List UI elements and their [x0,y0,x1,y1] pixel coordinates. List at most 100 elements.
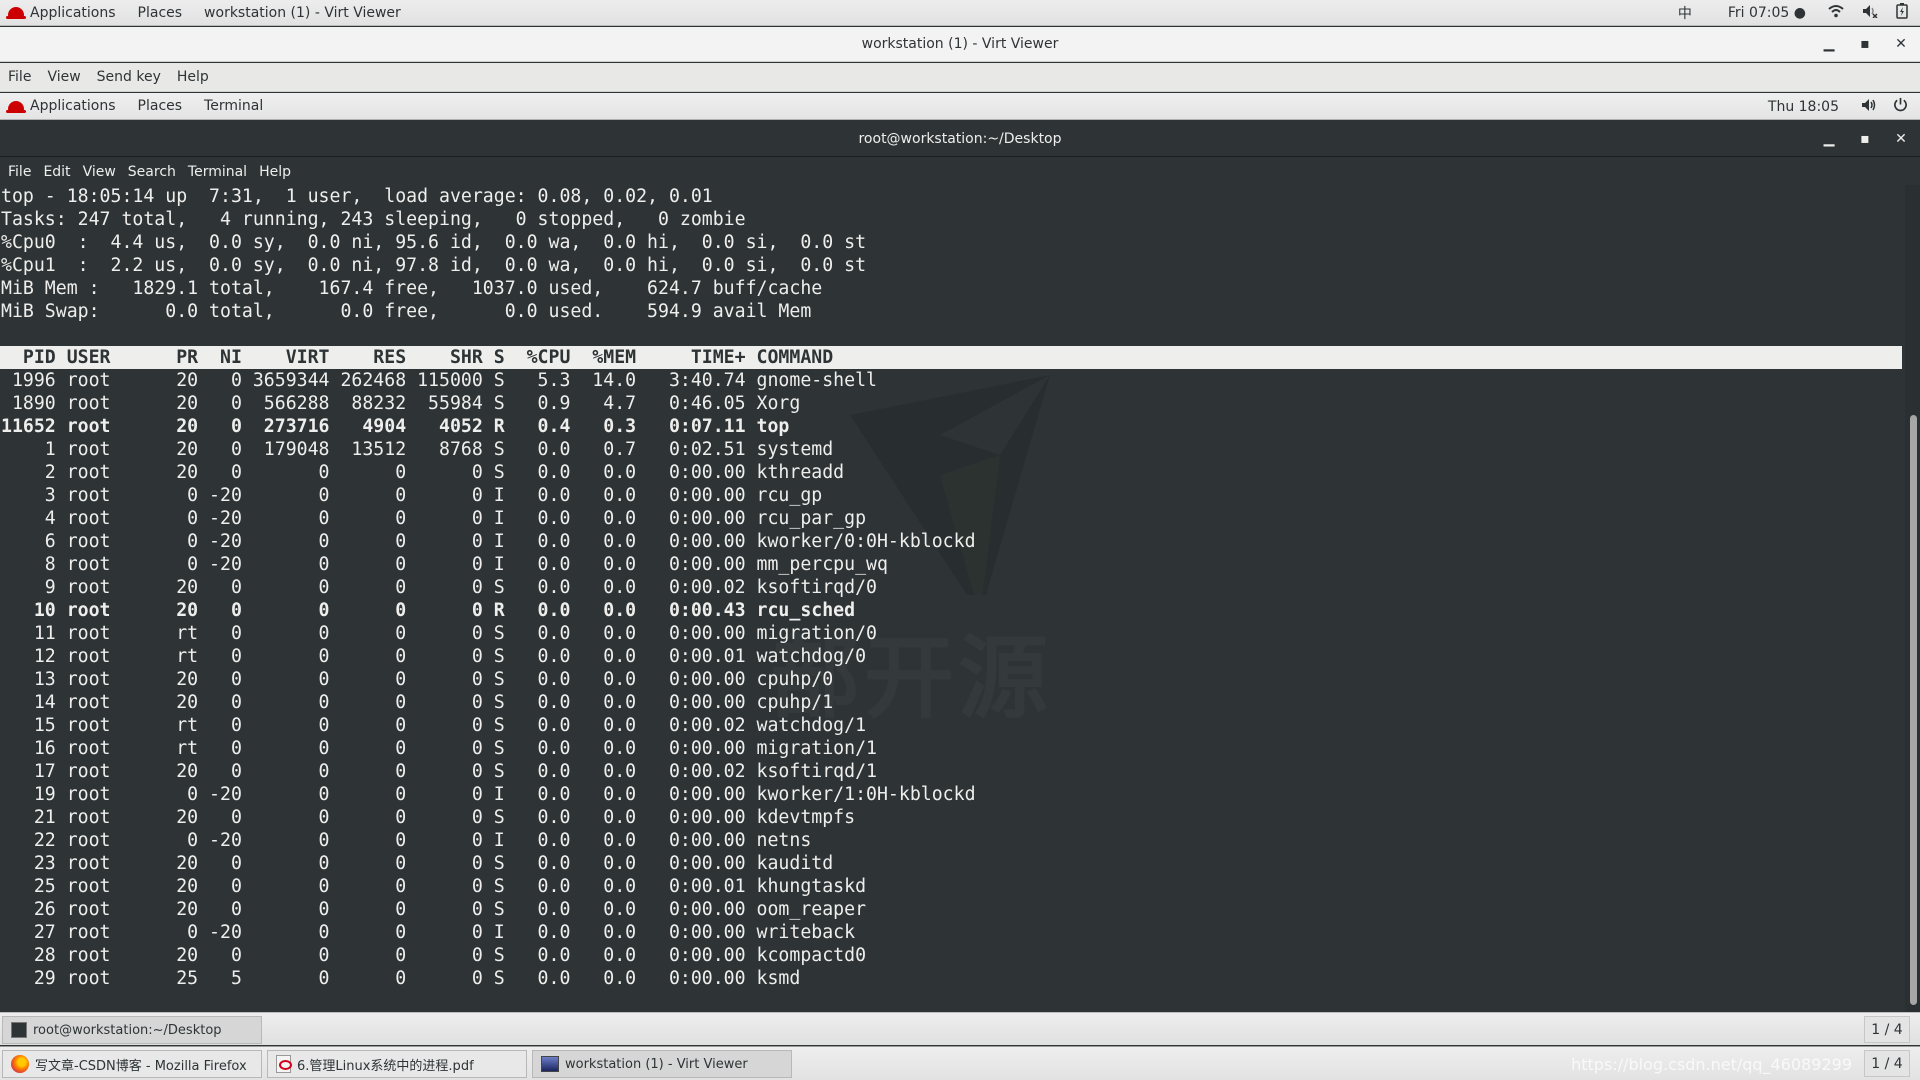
pdf-icon [276,1055,292,1073]
maximize-button[interactable]: ▪ [1858,27,1872,62]
virt-viewer-icon [541,1056,559,1072]
term-menu-help[interactable]: Help [259,164,291,180]
process-row: 11 root rt 0 0 0 0 S 0.0 0.0 0:00.00 mig… [1,623,877,644]
terminal-title: root@workstation:~/Desktop [858,131,1062,147]
process-row: 17 root 20 0 0 0 0 S 0.0 0.0 0:00.02 kso… [1,761,877,782]
process-row: 13 root 20 0 0 0 0 S 0.0 0.0 0:00.00 cpu… [1,669,834,690]
terminal-output[interactable]: 部开源 top - 18:05:14 up 7:31, 1 user, load… [0,185,1905,1012]
terminal-close-button[interactable]: ✕ [1894,121,1908,157]
host-taskbar: 写文章-CSDN博客 - Mozilla Firefox 6.管理Linux系统… [0,1046,1920,1080]
process-row: 14 root 20 0 0 0 0 S 0.0 0.0 0:00.00 cpu… [1,692,834,713]
vv-menu-file[interactable]: File [8,69,31,85]
term-menu-file[interactable]: File [8,164,31,180]
process-row: 21 root 20 0 0 0 0 S 0.0 0.0 0:00.00 kde… [1,807,856,828]
summary-line: %Cpu0 : 4.4 us, 0.0 sy, 0.0 ni, 95.6 id,… [1,232,867,253]
process-row: 2 root 20 0 0 0 0 S 0.0 0.0 0:00.00 kthr… [1,462,845,483]
input-method-indicator[interactable]: 中 [1678,3,1692,23]
host-task-label: 写文章-CSDN博客 - Mozilla Firefox [35,1058,247,1074]
volume-icon[interactable] [1861,98,1877,116]
process-row: 23 root 20 0 0 0 0 S 0.0 0.0 0:00.00 kau… [1,853,834,874]
guest-applications-label: Applications [30,98,116,114]
summary-line: Tasks: 247 total, 4 running, 243 sleepin… [1,209,746,230]
process-row: 27 root 0 -20 0 0 0 I 0.0 0.0 0:00.00 wr… [1,922,856,943]
process-row: 19 root 0 -20 0 0 0 I 0.0 0.0 0:00.00 kw… [1,784,976,805]
vv-menu-send-key[interactable]: Send key [97,69,161,85]
vv-menu-help[interactable]: Help [177,69,209,85]
terminal-titlebar: root@workstation:~/Desktop ▁ ▪ ✕ [0,121,1920,157]
host-clock[interactable]: Fri 07:05 ● [1728,5,1806,21]
host-window-label: workstation (1) - Virt Viewer [204,4,401,21]
csdn-watermark: https://blog.csdn.net/qq_46089299 [1571,1055,1852,1074]
process-row: 1 root 20 0 179048 13512 8768 S 0.0 0.7 … [1,439,834,460]
host-places-menu[interactable]: Places [138,5,183,21]
host-window-menu[interactable]: workstation (1) - Virt Viewer [204,5,401,21]
close-button[interactable]: ✕ [1894,27,1908,62]
process-row: 29 root 25 5 0 0 0 S 0.0 0.0 0:00.00 ksm… [1,968,801,989]
summary-line: top - 18:05:14 up 7:31, 1 user, load ave… [1,186,713,207]
terminal-menubar: File Edit View Search Terminal Help [0,158,1920,185]
guest-task-label: root@workstation:~/Desktop [33,1022,222,1038]
process-row: 4 root 0 -20 0 0 0 I 0.0 0.0 0:00.00 rcu… [1,508,867,529]
host-applications-label: Applications [30,4,116,21]
redhat-logo-icon [6,100,26,113]
virt-viewer-title: workstation (1) - Virt Viewer [861,36,1059,52]
process-row: 3 root 0 -20 0 0 0 I 0.0 0.0 0:00.00 rcu… [1,485,823,506]
process-row: 26 root 20 0 0 0 0 S 0.0 0.0 0:00.00 oom… [1,899,867,920]
process-row: 9 root 20 0 0 0 0 S 0.0 0.0 0:00.02 ksof… [1,577,877,598]
process-row: 16 root rt 0 0 0 0 S 0.0 0.0 0:00.00 mig… [1,738,877,759]
host-task-pdf[interactable]: 6.管理Linux系统中的进程.pdf [267,1050,527,1078]
process-row: 11652 root 20 0 273716 4904 4052 R 0.4 0… [1,416,790,437]
volume-muted-icon[interactable] [1862,4,1878,22]
host-task-firefox[interactable]: 写文章-CSDN博客 - Mozilla Firefox [2,1050,262,1078]
host-top-bar: Applications Places workstation (1) - Vi… [0,0,1920,26]
terminal-icon [11,1022,27,1038]
process-row: 25 root 20 0 0 0 0 S 0.0 0.0 0:00.01 khu… [1,876,867,897]
process-row: 12 root rt 0 0 0 0 S 0.0 0.0 0:00.01 wat… [1,646,867,667]
process-table-header: PID USER PR NI VIRT RES SHR S %CPU %MEM … [0,346,1902,369]
host-places-label: Places [137,4,183,21]
guest-taskbar: root@workstation:~/Desktop 1 / 4 [0,1012,1920,1045]
host-task-label: 6.管理Linux系统中的进程.pdf [297,1058,474,1074]
term-menu-search[interactable]: Search [128,164,176,180]
guest-applications-menu[interactable]: Applications [0,98,116,114]
process-row: 28 root 20 0 0 0 0 S 0.0 0.0 0:00.00 kco… [1,945,867,966]
firefox-icon [11,1055,29,1073]
virt-viewer-titlebar: workstation (1) - Virt Viewer ▁ ▪ ✕ [0,27,1920,62]
scrollbar-thumb[interactable] [1910,415,1917,1005]
guest-terminal-label: Terminal [204,98,264,114]
host-workspace-pager[interactable]: 1 / 4 [1864,1050,1910,1077]
guest-top-bar: Applications Places Terminal Thu 18:05 [0,93,1920,120]
guest-places-menu[interactable]: Places [138,98,183,114]
summary-line: %Cpu1 : 2.2 us, 0.0 sy, 0.0 ni, 97.8 id,… [1,255,867,276]
guest-workspace-pager[interactable]: 1 / 4 [1864,1016,1910,1043]
redhat-logo-icon [6,7,26,19]
vv-menu-view[interactable]: View [47,69,80,85]
term-menu-terminal[interactable]: Terminal [188,164,247,180]
guest-terminal-menu[interactable]: Terminal [204,98,263,114]
process-row: 1996 root 20 0 3659344 262468 115000 S 5… [1,370,877,391]
minimize-button[interactable]: ▁ [1822,27,1836,62]
guest-clock[interactable]: Thu 18:05 [1768,99,1839,115]
term-menu-view[interactable]: View [83,164,116,180]
term-menu-edit[interactable]: Edit [43,164,70,180]
power-icon[interactable] [1893,97,1908,116]
guest-places-label: Places [137,98,183,114]
wifi-icon[interactable] [1828,4,1844,22]
summary-line: MiB Swap: 0.0 total, 0.0 free, 0.0 used.… [1,301,812,322]
battery-charging-icon[interactable] [1896,3,1908,23]
process-row: 22 root 0 -20 0 0 0 I 0.0 0.0 0:00.00 ne… [1,830,812,851]
guest-task-terminal[interactable]: root@workstation:~/Desktop [2,1016,262,1044]
process-row: 10 root 20 0 0 0 0 R 0.0 0.0 0:00.43 rcu… [1,600,856,621]
terminal-minimize-button[interactable]: ▁ [1822,121,1836,157]
host-task-label: workstation (1) - Virt Viewer [565,1056,748,1072]
terminal-maximize-button[interactable]: ▪ [1858,121,1872,157]
process-row: 1890 root 20 0 566288 88232 55984 S 0.9 … [1,393,801,414]
host-applications-menu[interactable]: Applications [0,5,116,21]
process-row: 15 root rt 0 0 0 0 S 0.0 0.0 0:00.02 wat… [1,715,867,736]
host-task-virt-viewer[interactable]: workstation (1) - Virt Viewer [532,1050,792,1078]
process-row: 6 root 0 -20 0 0 0 I 0.0 0.0 0:00.00 kwo… [1,531,976,552]
summary-line: MiB Mem : 1829.1 total, 167.4 free, 1037… [1,278,823,299]
terminal-scrollbar[interactable] [1905,185,1920,1012]
process-row: 8 root 0 -20 0 0 0 I 0.0 0.0 0:00.00 mm_… [1,554,888,575]
virt-viewer-menubar: File View Send key Help [0,63,1920,92]
